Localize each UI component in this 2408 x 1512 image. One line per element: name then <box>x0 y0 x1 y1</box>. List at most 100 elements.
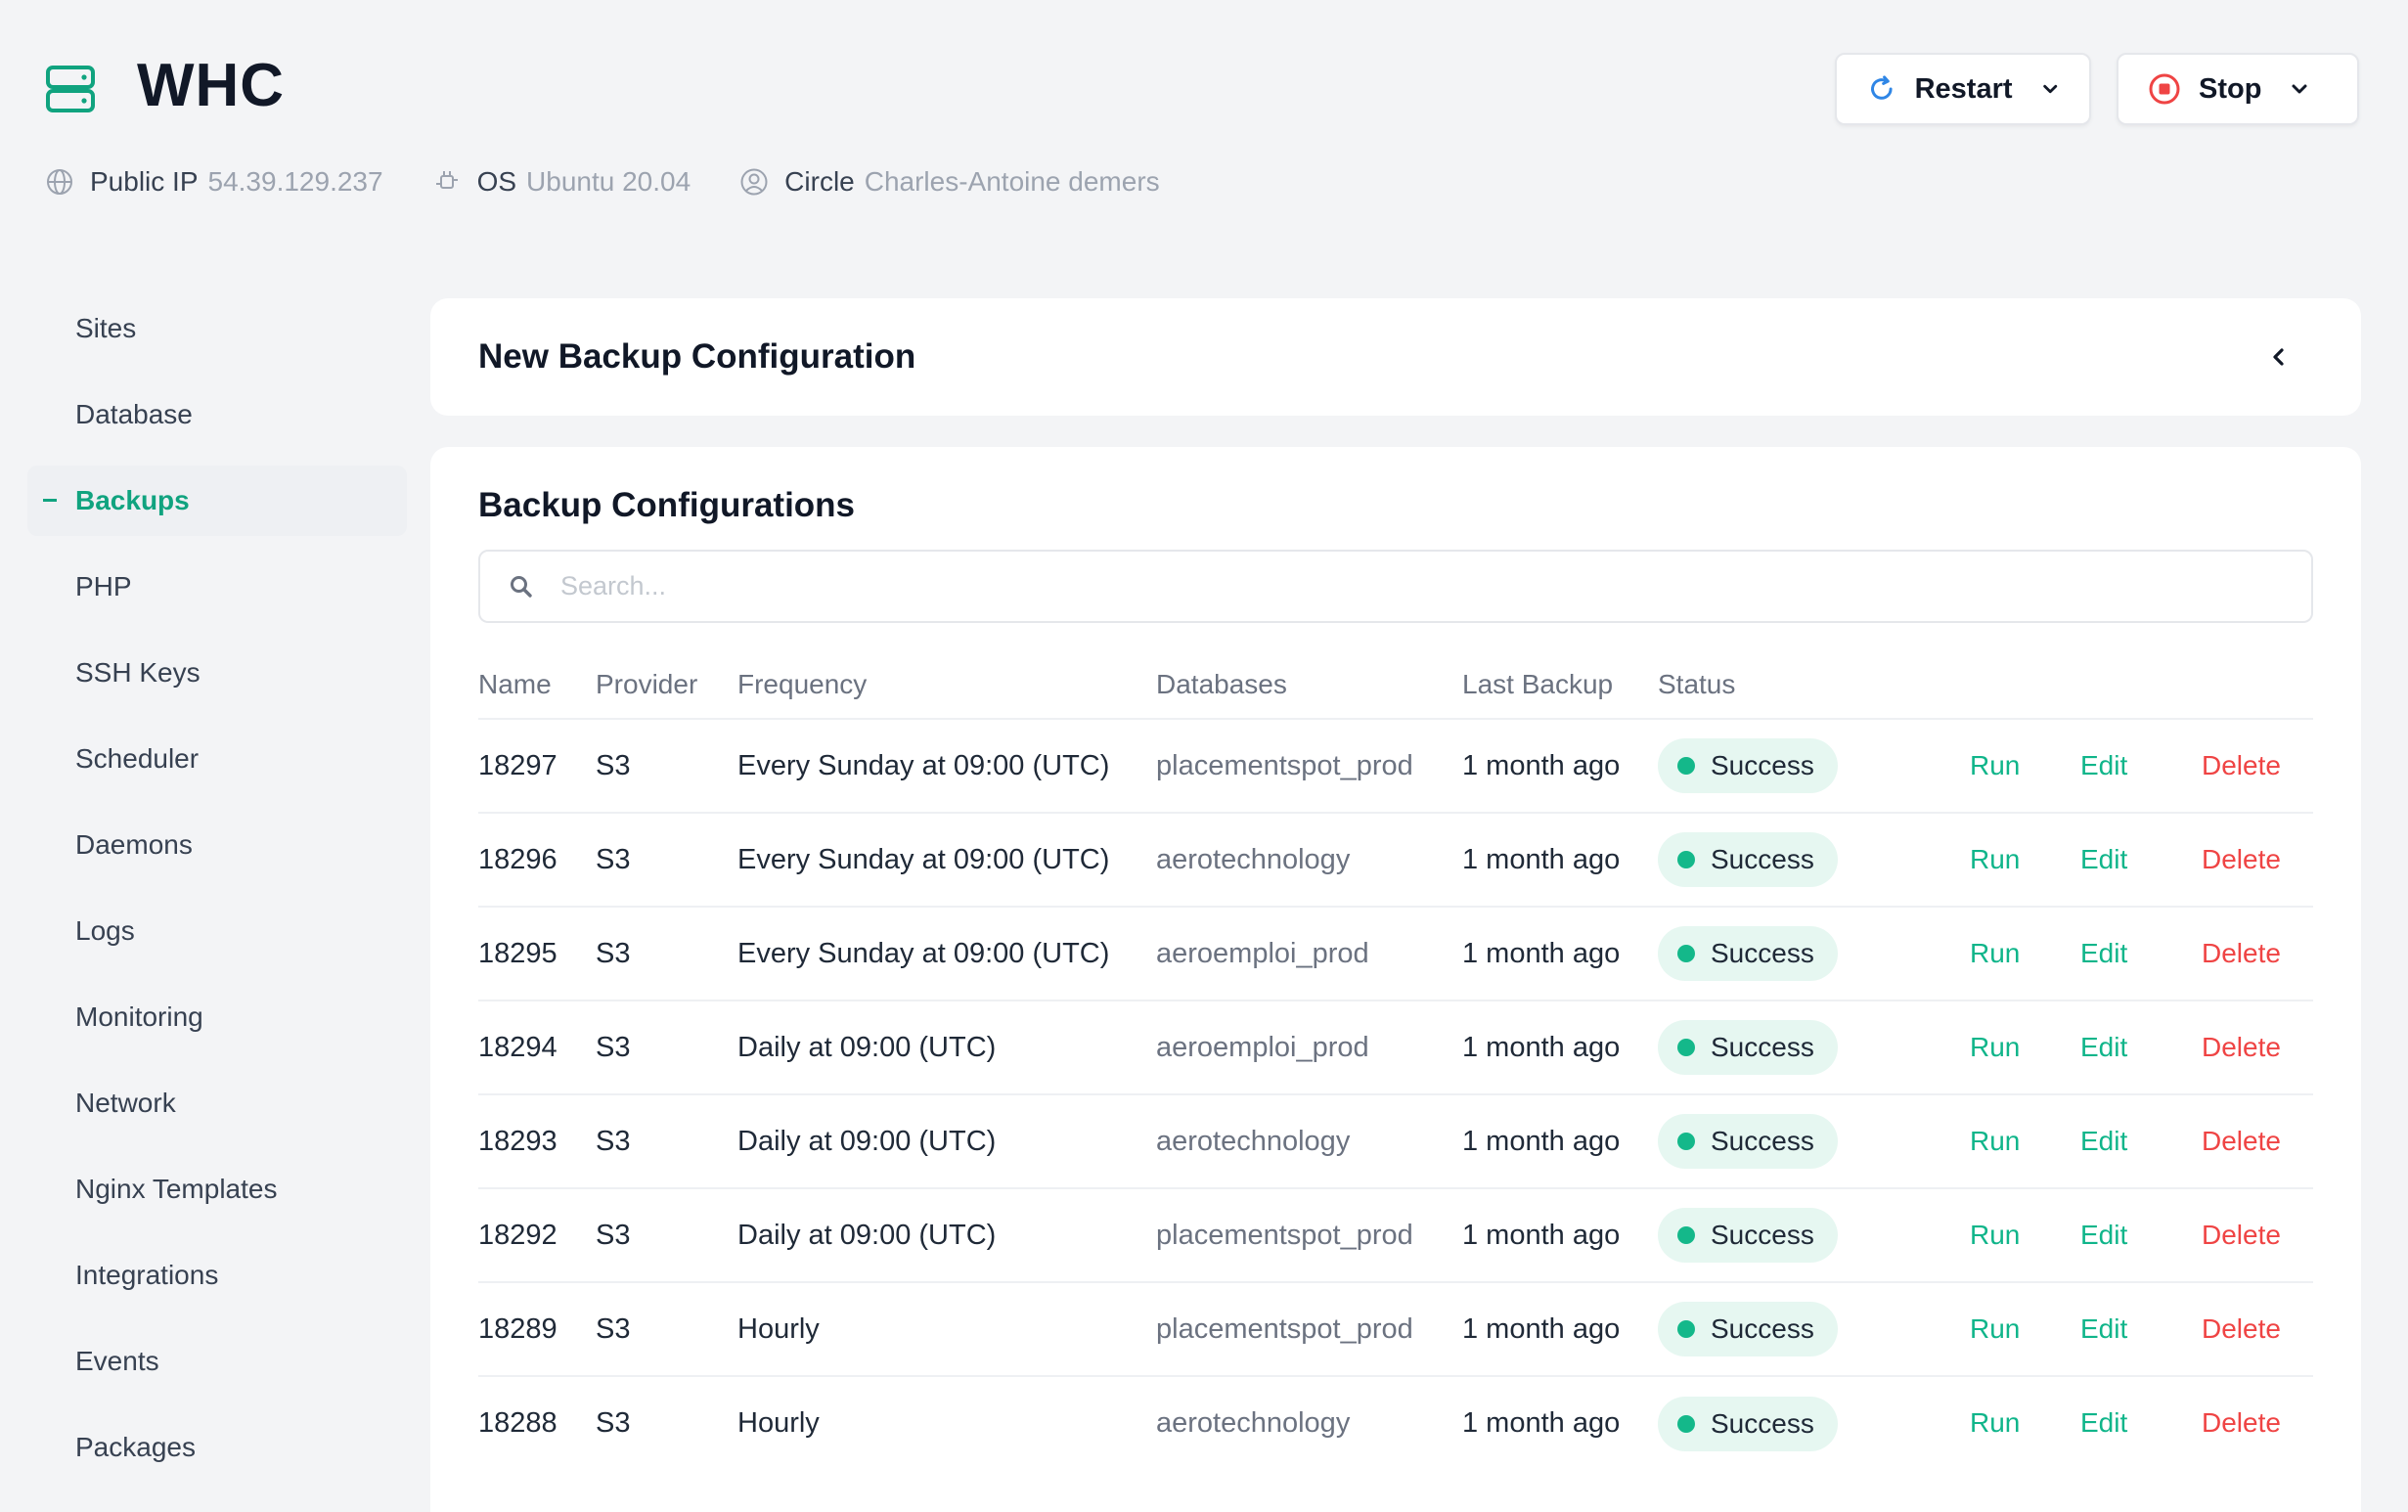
sidebar-item-nginx-templates[interactable]: Nginx Templates <box>27 1154 407 1224</box>
action-cell: Delete <box>2202 906 2313 1001</box>
edit-button[interactable]: Edit <box>2080 938 2127 968</box>
action-cell: Run <box>1970 1375 2080 1470</box>
edit-button[interactable]: Edit <box>2080 1313 2127 1344</box>
column-header-status: Status <box>1658 668 1736 699</box>
sidebar-item-ssh-keys[interactable]: SSH Keys <box>27 638 407 708</box>
provider-cell: S3 <box>596 1187 737 1282</box>
sidebar-item-scheduler[interactable]: Scheduler <box>27 724 407 794</box>
run-button[interactable]: Run <box>1970 938 2020 968</box>
chevron-left-icon[interactable] <box>2265 343 2293 371</box>
provider-cell: S3 <box>596 1281 737 1376</box>
delete-button[interactable]: Delete <box>2202 1313 2281 1344</box>
delete-button[interactable]: Delete <box>2202 938 2281 968</box>
last-backup-cell: 1 month ago <box>1462 718 1658 813</box>
frequency-cell: Every Sunday at 09:00 (UTC) <box>737 812 1156 907</box>
server-header: WHC Public IP 54.39.129.237 OS Ubuntu 20… <box>0 0 2408 254</box>
column-header-last-backup: Last Backup <box>1462 668 1614 699</box>
last-backup-cell: 1 month ago <box>1462 1093 1658 1188</box>
search-box[interactable] <box>478 550 2313 623</box>
status-cell: Success <box>1658 1375 1970 1470</box>
provider-cell: S3 <box>596 906 737 1001</box>
new-backup-card[interactable]: New Backup Configuration <box>430 298 2361 416</box>
delete-button[interactable]: Delete <box>2202 844 2281 874</box>
sidebar-item-database[interactable]: Database <box>27 379 407 450</box>
status-badge: Success <box>1658 1396 1838 1451</box>
os-info: OS Ubuntu 20.04 <box>432 166 691 198</box>
status-cell: Success <box>1658 1093 1970 1188</box>
backup-name-cell: 18296 <box>478 812 596 907</box>
sidebar-item-label: Packages <box>75 1432 196 1462</box>
database-cell: placementspot_prod <box>1156 1281 1462 1376</box>
status-badge: Success <box>1658 832 1838 887</box>
status-dot-icon <box>1677 757 1695 775</box>
table-header-row: Name Provider Frequency Databases Last Backu… <box>478 650 2313 719</box>
sidebar-item-php[interactable]: PHP <box>27 552 407 622</box>
status-badge: Success <box>1658 738 1838 793</box>
status-cell: Success <box>1658 906 1970 1001</box>
server-meta: Public IP 54.39.129.237 OS Ubuntu 20.04 … <box>45 166 1209 198</box>
edit-button[interactable]: Edit <box>2080 1126 2127 1156</box>
run-button[interactable]: Run <box>1970 750 2020 780</box>
sidebar-item-network[interactable]: Network <box>27 1068 407 1138</box>
run-button[interactable]: Run <box>1970 1220 2020 1250</box>
run-button[interactable]: Run <box>1970 1126 2020 1156</box>
database-cell: aerotechnology <box>1156 1375 1462 1470</box>
action-cell: Run <box>1970 1187 2080 1282</box>
edit-button[interactable]: Edit <box>2080 1032 2127 1062</box>
sidebar-item-packages[interactable]: Packages <box>27 1412 407 1483</box>
public-ip-label: Public IP <box>90 166 199 197</box>
column-header-actions <box>2080 650 2202 719</box>
backup-name-cell: 18288 <box>478 1375 596 1470</box>
restart-button[interactable]: Restart <box>1835 53 2091 125</box>
sidebar-item-label: Integrations <box>75 1260 219 1290</box>
table-row: 18296 S3 Every Sunday at 09:00 (UTC) aerote… <box>478 812 2313 907</box>
run-button[interactable]: Run <box>1970 1032 2020 1062</box>
delete-button[interactable]: Delete <box>2202 1126 2281 1156</box>
frequency-cell: Daily at 09:00 (UTC) <box>737 1000 1156 1094</box>
status-text: Success <box>1711 1220 1814 1250</box>
status-text: Success <box>1711 844 1814 874</box>
sidebar-item-label: SSH Keys <box>75 657 201 688</box>
table-row: 18295 S3 Every Sunday at 09:00 (UTC) aeroem… <box>478 906 2313 1001</box>
sidebar-item-logs[interactable]: Logs <box>27 896 407 966</box>
sidebar-item-backups[interactable]: Backups <box>27 466 407 536</box>
column-header-provider: Provider <box>596 668 698 699</box>
provider-cell: S3 <box>596 1375 737 1470</box>
search-input[interactable] <box>560 571 2223 601</box>
backup-table: Name Provider Frequency Databases Last Backu… <box>478 650 2313 1470</box>
edit-button[interactable]: Edit <box>2080 844 2127 874</box>
sidebar-item-sites[interactable]: Sites <box>27 293 407 364</box>
edit-button[interactable]: Edit <box>2080 750 2127 780</box>
last-backup-cell: 1 month ago <box>1462 906 1658 1001</box>
action-cell: Edit <box>2080 1281 2202 1376</box>
delete-button[interactable]: Delete <box>2202 1220 2281 1250</box>
sidebar-item-integrations[interactable]: Integrations <box>27 1240 407 1311</box>
frequency-cell: Daily at 09:00 (UTC) <box>737 1093 1156 1188</box>
provider-cell: S3 <box>596 718 737 813</box>
circle-value: Charles-Antoine demers <box>864 166 1160 197</box>
sidebar-item-monitoring[interactable]: Monitoring <box>27 982 407 1052</box>
run-button[interactable]: Run <box>1970 844 2020 874</box>
cpu-icon <box>435 171 458 189</box>
delete-button[interactable]: Delete <box>2202 1032 2281 1062</box>
sidebar-item-label: Logs <box>75 915 135 946</box>
edit-button[interactable]: Edit <box>2080 1407 2127 1438</box>
sidebar-item-daemons[interactable]: Daemons <box>27 810 407 880</box>
frequency-cell: Hourly <box>737 1281 1156 1376</box>
user-circle-icon <box>740 168 768 196</box>
last-backup-cell: 1 month ago <box>1462 812 1658 907</box>
status-cell: Success <box>1658 1281 1970 1376</box>
status-text: Success <box>1711 1032 1814 1062</box>
stop-button[interactable]: Stop <box>2117 53 2359 125</box>
action-cell: Edit <box>2080 1000 2202 1094</box>
run-button[interactable]: Run <box>1970 1407 2020 1438</box>
sidebar-item-events[interactable]: Events <box>27 1326 407 1397</box>
run-button[interactable]: Run <box>1970 1313 2020 1344</box>
action-cell: Edit <box>2080 1093 2202 1188</box>
backup-name-cell: 18295 <box>478 906 596 1001</box>
delete-button[interactable]: Delete <box>2202 1407 2281 1438</box>
edit-button[interactable]: Edit <box>2080 1220 2127 1250</box>
delete-button[interactable]: Delete <box>2202 750 2281 780</box>
action-cell: Delete <box>2202 1000 2313 1094</box>
sidebar-item-label: Sites <box>75 313 137 343</box>
